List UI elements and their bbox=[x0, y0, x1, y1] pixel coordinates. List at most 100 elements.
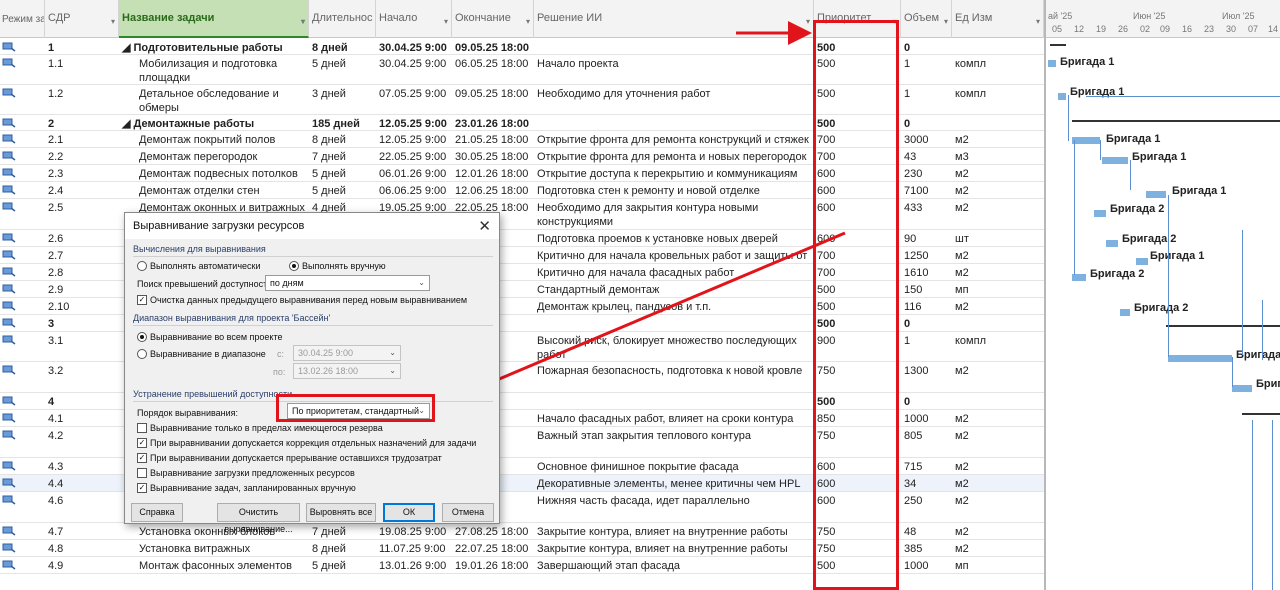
cell-finish[interactable]: 27.08.25 18:00 bbox=[452, 523, 534, 540]
cell-vol[interactable]: 3000 bbox=[901, 131, 952, 148]
level-all-button[interactable]: Выровнять все bbox=[306, 503, 376, 522]
cell-unit[interactable]: м2 bbox=[952, 427, 1044, 458]
col-wbs[interactable]: СДР ▾ bbox=[45, 0, 119, 38]
cell-start[interactable]: 06.01.26 9:00 bbox=[376, 165, 452, 182]
cell-ai[interactable]: Открытие фронта для ремонта конструкций … bbox=[534, 131, 814, 148]
cell-start[interactable]: 30.04.25 9:00 bbox=[376, 55, 452, 85]
cell-unit[interactable] bbox=[952, 39, 1044, 55]
proposed-checkbox[interactable] bbox=[137, 468, 147, 478]
cell-start[interactable]: 13.01.26 9:00 bbox=[376, 557, 452, 574]
cell-unit[interactable]: м2 bbox=[952, 523, 1044, 540]
cell-ai[interactable]: Основное финишное покрытие фасада bbox=[534, 458, 814, 475]
cell-vol[interactable]: 116 bbox=[901, 298, 952, 315]
gantt-bar[interactable] bbox=[1102, 157, 1128, 164]
cell-unit[interactable]: м2 bbox=[952, 492, 1044, 523]
cell-unit[interactable]: мп bbox=[952, 557, 1044, 574]
cell-ai[interactable]: Декоративные элементы, менее критичны че… bbox=[534, 475, 814, 492]
gantt-bar[interactable] bbox=[1120, 309, 1130, 316]
cell-ai[interactable]: Пожарная безопасность, подготовка к ново… bbox=[534, 362, 814, 393]
cell-unit[interactable]: м2 bbox=[952, 475, 1044, 492]
col-volume[interactable]: Объем ▾ bbox=[901, 0, 952, 38]
radio-auto[interactable] bbox=[137, 261, 147, 271]
cell-vol[interactable]: 0 bbox=[901, 115, 952, 131]
gantt-bar[interactable] bbox=[1072, 274, 1086, 281]
cell-dur[interactable]: 8 дней bbox=[309, 540, 376, 557]
gantt-bar[interactable] bbox=[1146, 191, 1166, 198]
gantt-bar[interactable] bbox=[1072, 137, 1100, 144]
cell-ai[interactable]: Критично для начала кровельных работ и з… bbox=[534, 247, 814, 264]
cell-dur[interactable]: 8 дней bbox=[309, 39, 376, 55]
cell-dur[interactable]: 5 дней bbox=[309, 165, 376, 182]
cell-ai[interactable]: Завершающий этап фасада bbox=[534, 557, 814, 574]
cell-vol[interactable]: 715 bbox=[901, 458, 952, 475]
cell-wbs[interactable]: 3.1 bbox=[45, 332, 119, 362]
cell-unit[interactable]: м2 bbox=[952, 165, 1044, 182]
cell-ai[interactable] bbox=[534, 315, 814, 332]
cell-vol[interactable]: 48 bbox=[901, 523, 952, 540]
cell-unit[interactable]: м2 bbox=[952, 410, 1044, 427]
cell-start[interactable]: 12.05.25 9:00 bbox=[376, 115, 452, 131]
cell-finish[interactable]: 09.05.25 18:00 bbox=[452, 85, 534, 115]
cell-vol[interactable]: 1 bbox=[901, 55, 952, 85]
cell-vol[interactable]: 0 bbox=[901, 315, 952, 332]
cell-wbs[interactable]: 2.6 bbox=[45, 230, 119, 247]
adjust-checkbox[interactable]: ✓ bbox=[137, 438, 147, 448]
search-select[interactable]: по дням ⌄ bbox=[265, 275, 430, 291]
slack-checkbox[interactable] bbox=[137, 423, 147, 433]
cell-wbs[interactable]: 4.8 bbox=[45, 540, 119, 557]
gantt-bar[interactable] bbox=[1168, 355, 1232, 362]
cell-wbs[interactable]: 1.1 bbox=[45, 55, 119, 85]
gantt-bar[interactable] bbox=[1232, 385, 1252, 392]
gantt-bar[interactable] bbox=[1094, 210, 1106, 217]
cell-wbs[interactable]: 2.10 bbox=[45, 298, 119, 315]
col-finish[interactable]: Окончание ▾ bbox=[452, 0, 534, 38]
close-icon[interactable]: ✕ bbox=[478, 217, 491, 235]
cell-ai[interactable]: Демонтаж крылец, пандусов и т.п. bbox=[534, 298, 814, 315]
cell-start[interactable]: 06.06.25 9:00 bbox=[376, 182, 452, 199]
cell-vol[interactable]: 0 bbox=[901, 39, 952, 55]
cell-name[interactable]: Демонтаж отделки стен bbox=[119, 182, 309, 199]
gantt-bar[interactable] bbox=[1058, 93, 1066, 100]
col-duration[interactable]: Длительнос bbox=[309, 0, 376, 38]
gantt-chart[interactable]: ай '25 Июн '25 Июл '25 05 12 19 26 02 09… bbox=[1044, 0, 1280, 590]
cell-dur[interactable]: 185 дней bbox=[309, 115, 376, 131]
cell-unit[interactable]: м2 bbox=[952, 362, 1044, 393]
cell-vol[interactable]: 0 bbox=[901, 393, 952, 410]
cell-unit[interactable]: м2 bbox=[952, 298, 1044, 315]
cell-vol[interactable]: 385 bbox=[901, 540, 952, 557]
cell-unit[interactable] bbox=[952, 393, 1044, 410]
radio-manual[interactable] bbox=[289, 261, 299, 271]
cell-wbs[interactable]: 2.9 bbox=[45, 281, 119, 298]
cell-wbs[interactable]: 2.4 bbox=[45, 182, 119, 199]
cell-vol[interactable]: 1300 bbox=[901, 362, 952, 393]
radio-range[interactable] bbox=[137, 349, 147, 359]
cell-name[interactable]: Демонтаж подвесных потолков bbox=[119, 165, 309, 182]
cell-ai[interactable]: Закрытие контура, влияет на внутренние р… bbox=[534, 523, 814, 540]
cell-vol[interactable]: 1000 bbox=[901, 410, 952, 427]
cell-unit[interactable]: м2 bbox=[952, 199, 1044, 230]
cell-wbs[interactable]: 2.1 bbox=[45, 131, 119, 148]
cell-vol[interactable]: 7100 bbox=[901, 182, 952, 199]
cell-wbs[interactable]: 4.2 bbox=[45, 427, 119, 458]
cell-wbs[interactable]: 3 bbox=[45, 315, 119, 332]
cell-unit[interactable]: шт bbox=[952, 230, 1044, 247]
cell-name[interactable]: ◢ Демонтажные работы bbox=[119, 115, 309, 131]
cell-wbs[interactable]: 2.8 bbox=[45, 264, 119, 281]
cell-vol[interactable]: 150 bbox=[901, 281, 952, 298]
cell-unit[interactable]: м2 bbox=[952, 458, 1044, 475]
cell-start[interactable]: 12.05.25 9:00 bbox=[376, 131, 452, 148]
from-date[interactable]: 30.04.25 9:00 ⌄ bbox=[293, 345, 401, 361]
cell-name[interactable]: Установка витражных конструкций bbox=[119, 540, 309, 557]
cell-finish[interactable]: 30.05.25 18:00 bbox=[452, 148, 534, 165]
cell-vol[interactable]: 250 bbox=[901, 492, 952, 523]
cell-vol[interactable]: 1610 bbox=[901, 264, 952, 281]
col-unit[interactable]: Ед Изм ▾ bbox=[952, 0, 1044, 38]
help-button[interactable]: Справка bbox=[131, 503, 183, 522]
cell-name[interactable]: Мобилизация и подготовка площадки bbox=[119, 55, 309, 85]
cell-name[interactable]: Детальное обследование и обмеры bbox=[119, 85, 309, 115]
cell-start[interactable]: 30.04.25 9:00 bbox=[376, 39, 452, 55]
cell-unit[interactable]: компл bbox=[952, 55, 1044, 85]
cell-start[interactable]: 07.05.25 9:00 bbox=[376, 85, 452, 115]
cell-unit[interactable] bbox=[952, 315, 1044, 332]
cell-name[interactable]: Демонтаж покрытий полов bbox=[119, 131, 309, 148]
